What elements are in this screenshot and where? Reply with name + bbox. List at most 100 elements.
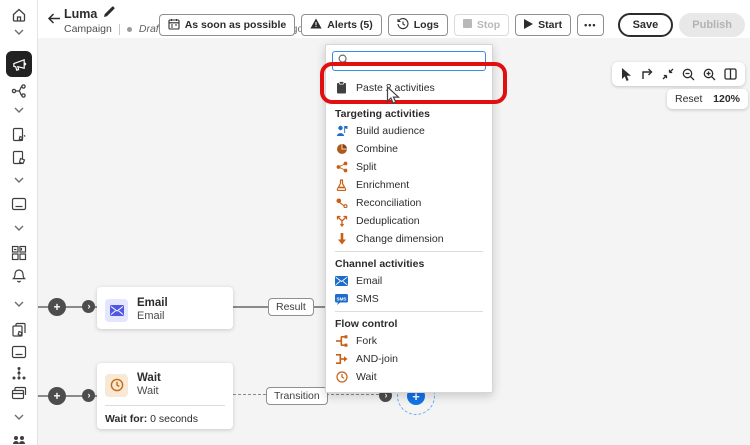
collapse-icon[interactable] xyxy=(660,66,676,82)
logs-button[interactable]: Logs xyxy=(388,14,448,36)
start-button[interactable]: Start xyxy=(515,14,571,36)
menu-section-title: Channel activities xyxy=(326,255,492,272)
zoom-out-icon[interactable] xyxy=(681,66,697,82)
content-play-icon[interactable] xyxy=(11,150,27,166)
save-button[interactable]: Save xyxy=(618,13,674,37)
window-icon[interactable] xyxy=(11,345,27,359)
chevron-down-icon[interactable] xyxy=(14,414,24,420)
warning-icon xyxy=(310,18,322,32)
edit-pencil-icon[interactable] xyxy=(103,5,115,23)
menu-item-combine[interactable]: Combine xyxy=(326,140,492,158)
zoom-controls: Reset 120% xyxy=(667,89,748,109)
stop-icon xyxy=(463,19,472,31)
copy-icon[interactable] xyxy=(11,322,27,338)
canvas-toolbar xyxy=(612,62,745,86)
divider xyxy=(335,101,483,102)
node-subtitle: Wait xyxy=(137,385,161,399)
menu-item-label: SMS xyxy=(356,293,379,305)
divider xyxy=(335,251,483,252)
result-transition-badge[interactable]: Result xyxy=(268,298,314,316)
org-chart-icon[interactable] xyxy=(11,366,27,381)
home-icon[interactable] xyxy=(11,7,27,23)
menu-item-change-dimension[interactable]: Change dimension xyxy=(326,230,492,248)
paste-icon xyxy=(335,81,348,94)
chevron-down-icon[interactable] xyxy=(14,225,24,231)
users-icon[interactable] xyxy=(12,436,26,445)
menu-item-split[interactable]: Split xyxy=(326,158,492,176)
wait-activity-node[interactable]: Wait Wait Wait for: 0 seconds xyxy=(97,363,233,429)
deduplication-icon xyxy=(335,215,348,228)
add-activity-button[interactable]: + xyxy=(48,298,66,316)
templates-icon[interactable] xyxy=(11,127,27,143)
combine-icon xyxy=(335,143,348,156)
reconciliation-icon xyxy=(335,197,348,210)
menu-item-deduplication[interactable]: Deduplication xyxy=(326,212,492,230)
dashed-connector-line xyxy=(321,394,379,395)
fork-icon xyxy=(335,335,348,348)
alerts-button[interactable]: Alerts (5) xyxy=(301,14,382,36)
dashboard-icon[interactable] xyxy=(11,245,27,261)
cards-icon[interactable] xyxy=(11,386,27,400)
menu-item-fork[interactable]: Fork xyxy=(326,332,492,350)
zoom-in-icon[interactable] xyxy=(702,66,718,82)
breadcrumb[interactable]: Campaign xyxy=(64,23,112,35)
overview-icon[interactable] xyxy=(723,66,739,82)
publish-button[interactable]: Publish xyxy=(679,13,745,37)
back-arrow-icon[interactable] xyxy=(46,10,64,28)
activity-search-input[interactable] xyxy=(353,55,480,67)
chevron-down-icon[interactable] xyxy=(14,301,24,307)
menu-item-label: Build audience xyxy=(356,125,425,137)
menu-item-wait[interactable]: Wait xyxy=(326,368,492,386)
menu-item-build-audience[interactable]: Build audience xyxy=(326,122,492,140)
menu-section-title: Flow control xyxy=(326,315,492,332)
bell-icon[interactable] xyxy=(11,268,26,284)
transition-arrow-icon[interactable]: › xyxy=(82,300,95,313)
menu-item-sms[interactable]: SMS SMS xyxy=(326,290,492,308)
divider xyxy=(119,24,120,35)
menu-item-label: Paste 2 activities xyxy=(356,82,435,94)
left-navigation-rail xyxy=(0,0,38,445)
zoom-level[interactable]: 120% xyxy=(713,93,740,105)
more-button[interactable]: ••• xyxy=(577,14,603,36)
divider xyxy=(335,311,483,312)
email-icon xyxy=(335,275,348,288)
schedule-button[interactable]: As soon as possible xyxy=(159,14,296,36)
connector-line xyxy=(233,306,268,308)
email-activity-node[interactable]: Email Email xyxy=(97,287,233,329)
play-icon xyxy=(524,19,533,32)
and-join-icon xyxy=(335,353,348,366)
activity-picker-menu: Paste 2 activities Targeting activities … xyxy=(325,44,493,393)
browser-icon[interactable] xyxy=(11,197,27,211)
change-dimension-icon xyxy=(335,233,348,246)
menu-item-label: Fork xyxy=(356,335,377,347)
transition-arrow-icon[interactable]: › xyxy=(82,389,95,402)
menu-item-email[interactable]: Email xyxy=(326,272,492,290)
menu-item-label: Enrichment xyxy=(356,179,409,191)
add-activity-button[interactable]: + xyxy=(48,387,66,405)
activity-search-box[interactable] xyxy=(332,51,486,71)
menu-item-label: Change dimension xyxy=(356,233,444,245)
chevron-down-icon[interactable] xyxy=(14,177,24,183)
reset-zoom-button[interactable]: Reset xyxy=(675,93,702,105)
campaigns-icon[interactable] xyxy=(6,51,32,77)
build-audience-icon xyxy=(335,125,348,138)
chevron-down-icon[interactable] xyxy=(14,107,24,113)
connector-arrow-icon[interactable] xyxy=(639,66,655,82)
menu-item-enrichment[interactable]: Enrichment xyxy=(326,176,492,194)
menu-item-paste-activities[interactable]: Paste 2 activities xyxy=(326,77,492,98)
node-title: Email xyxy=(137,296,168,310)
schedule-button-label: As soon as possible xyxy=(185,19,287,31)
node-subtitle: Email xyxy=(137,310,168,324)
journeys-icon[interactable] xyxy=(11,83,27,99)
menu-item-reconciliation[interactable]: Reconciliation xyxy=(326,194,492,212)
calendar-icon xyxy=(168,18,180,33)
wait-icon xyxy=(335,371,348,384)
stop-button-label: Stop xyxy=(477,19,500,31)
pointer-icon[interactable] xyxy=(618,66,634,82)
chevron-down-icon[interactable] xyxy=(14,29,24,35)
menu-item-and-join[interactable]: AND-join xyxy=(326,350,492,368)
sms-icon: SMS xyxy=(335,293,348,306)
menu-section-title: Targeting activities xyxy=(326,105,492,122)
stop-button[interactable]: Stop xyxy=(454,14,509,36)
transition-badge[interactable]: Transition xyxy=(266,387,328,405)
